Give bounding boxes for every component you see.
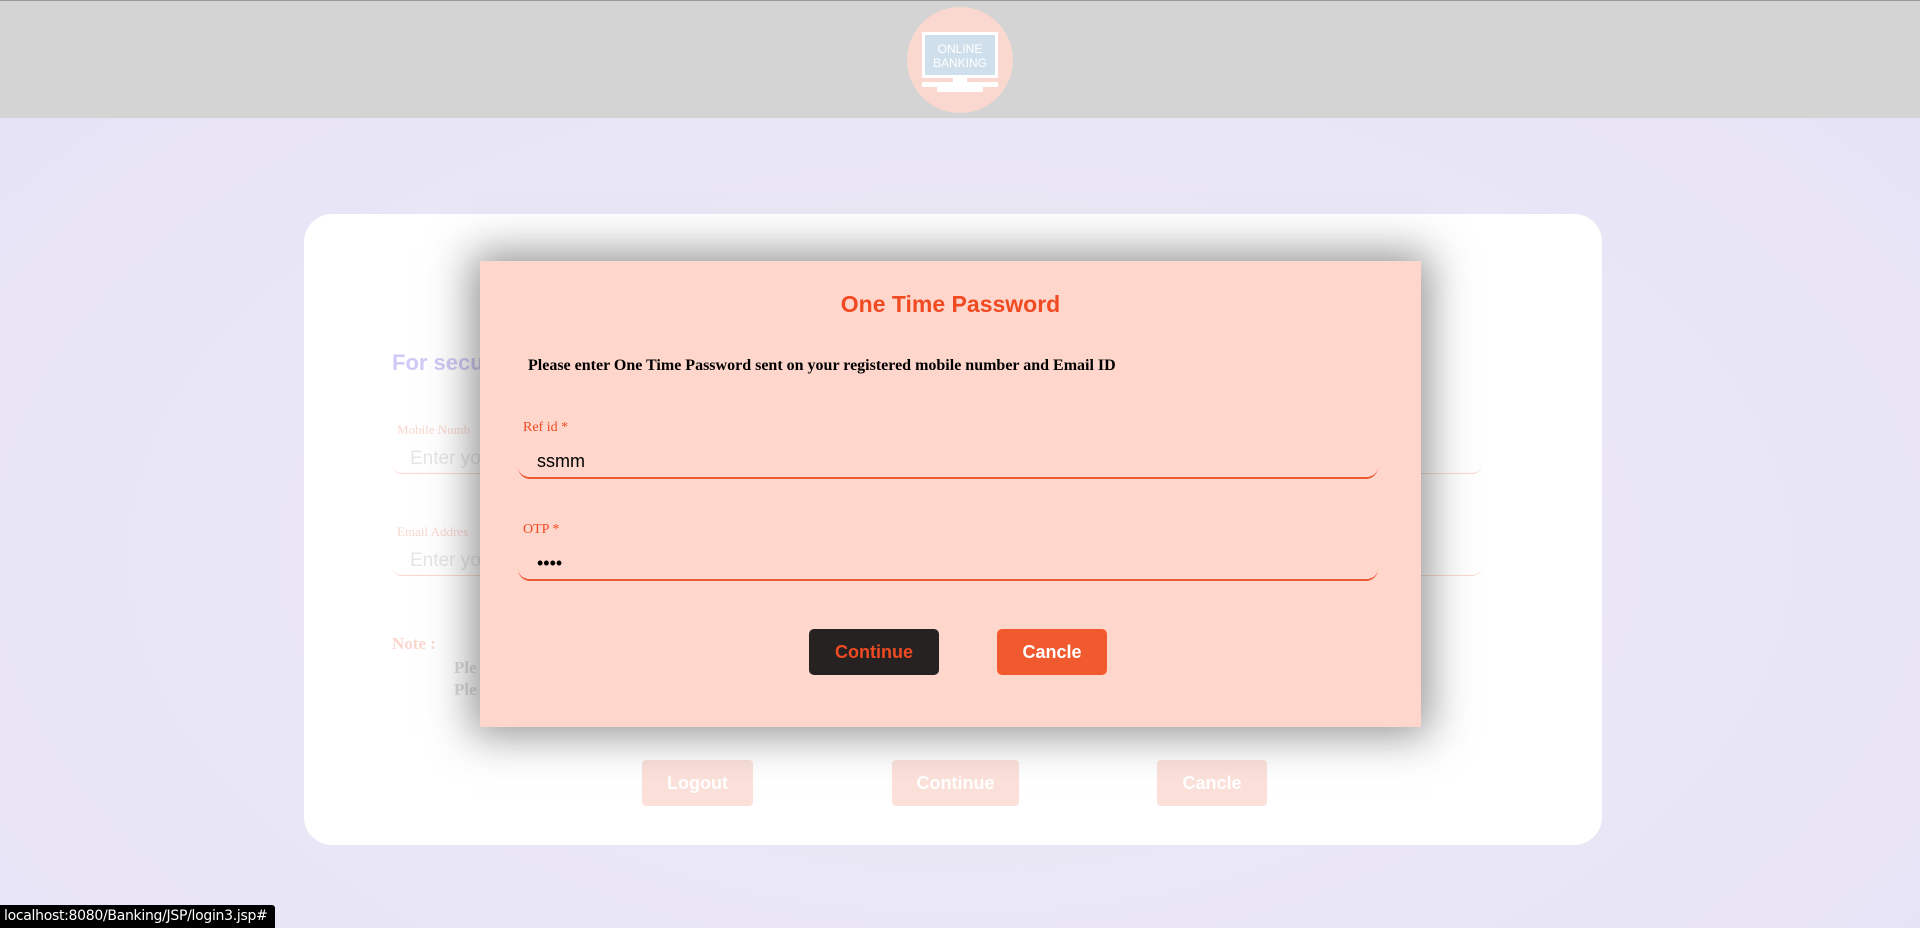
background-cancle-button[interactable]: Cancle: [1157, 760, 1267, 806]
modal-title: One Time Password: [840, 291, 1061, 317]
otp-label: OTP *: [523, 522, 560, 537]
logo-monitor-base: [937, 86, 983, 92]
logo-text-line2: BANKING: [932, 56, 987, 70]
cancle-button[interactable]: Cancle: [997, 629, 1107, 675]
logo-monitor-icon: ONLINE BANKING: [922, 32, 998, 78]
modal-message: Please enter One Time Password sent on y…: [528, 357, 1116, 374]
note-line-2: Ple: [454, 680, 477, 699]
note-line-1: Ple: [454, 658, 477, 677]
browser-status-url: localhost:8080/Banking/JSP/login3.jsp#: [0, 905, 276, 928]
otp-input[interactable]: [518, 547, 1378, 581]
online-banking-logo: ONLINE BANKING: [907, 7, 1013, 113]
background-continue-button[interactable]: Continue: [892, 760, 1019, 806]
mobile-number-label: Mobile Numb: [397, 422, 471, 437]
note-label: Note :: [392, 634, 436, 653]
logo-text-line1: ONLINE: [937, 42, 983, 56]
ref-id-label: Ref id *: [523, 420, 569, 435]
continue-button[interactable]: Continue: [809, 629, 939, 675]
form-heading: For secu: [392, 350, 484, 375]
top-header: ONLINE BANKING: [0, 0, 1920, 118]
logout-button[interactable]: Logout: [642, 760, 753, 806]
otp-modal: One Time Password Please enter One Time …: [480, 261, 1421, 727]
logo-monitor-stand: [953, 78, 967, 86]
ref-id-input[interactable]: [518, 445, 1378, 479]
email-address-label: Email Addres: [397, 524, 469, 539]
